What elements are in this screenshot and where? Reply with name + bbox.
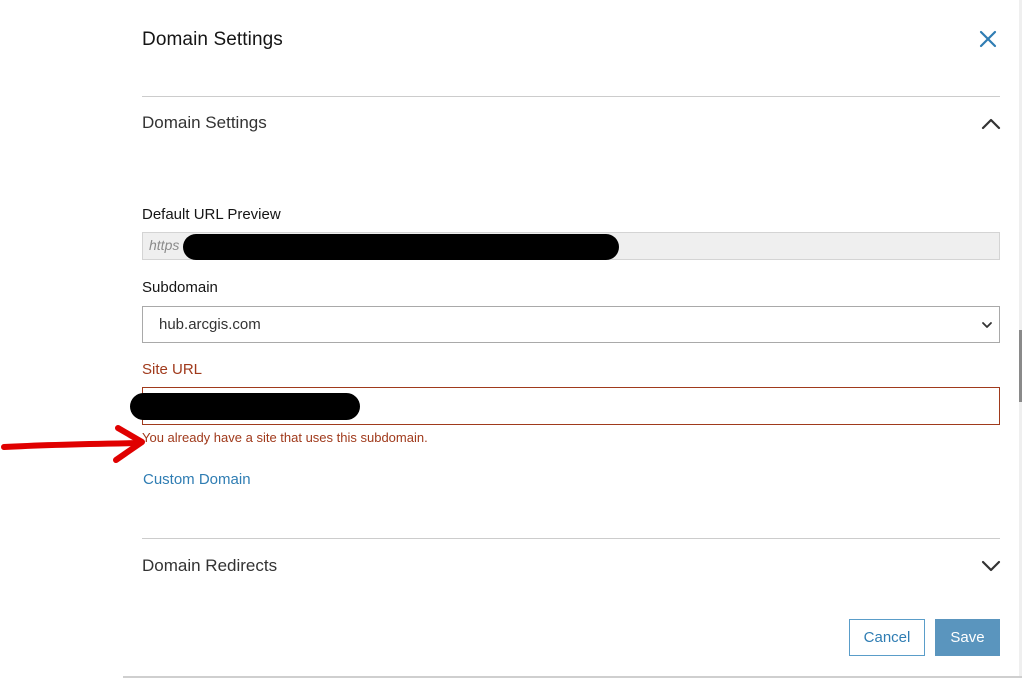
subdomain-select[interactable]: hub.arcgis.com (142, 306, 1000, 343)
redaction-mark (183, 234, 619, 260)
chevron-down-icon (981, 560, 1001, 572)
site-url-label: Site URL (142, 361, 203, 378)
chevron-up-icon (981, 118, 1001, 130)
section-title-domain-redirects: Domain Redirects (142, 556, 278, 575)
site-url-error-message: You already have a site that uses this s… (142, 430, 428, 445)
divider (142, 538, 1000, 539)
default-url-preview-label: Default URL Preview (142, 206, 281, 223)
section-title-domain-settings: Domain Settings (142, 113, 267, 132)
subdomain-label: Subdomain (142, 279, 218, 296)
close-button[interactable] (975, 26, 1001, 52)
default-url-preview-value: https (149, 237, 180, 253)
subdomain-selected-value: hub.arcgis.com (159, 316, 261, 333)
chevron-down-icon (982, 322, 992, 328)
close-icon (979, 30, 997, 48)
page: Domain Settings Domain Settings Default … (0, 0, 1022, 678)
red-arrow-icon (1, 425, 145, 463)
collapse-domain-settings-button[interactable] (980, 113, 1002, 135)
custom-domain-link[interactable]: Custom Domain (143, 471, 251, 488)
dialog-title: Domain Settings (142, 29, 283, 50)
backdrop (0, 0, 123, 678)
redaction-mark (130, 393, 360, 420)
divider (142, 96, 1000, 97)
cancel-button[interactable]: Cancel (849, 619, 925, 656)
save-button[interactable]: Save (935, 619, 1000, 656)
expand-domain-redirects-button[interactable] (980, 555, 1002, 577)
